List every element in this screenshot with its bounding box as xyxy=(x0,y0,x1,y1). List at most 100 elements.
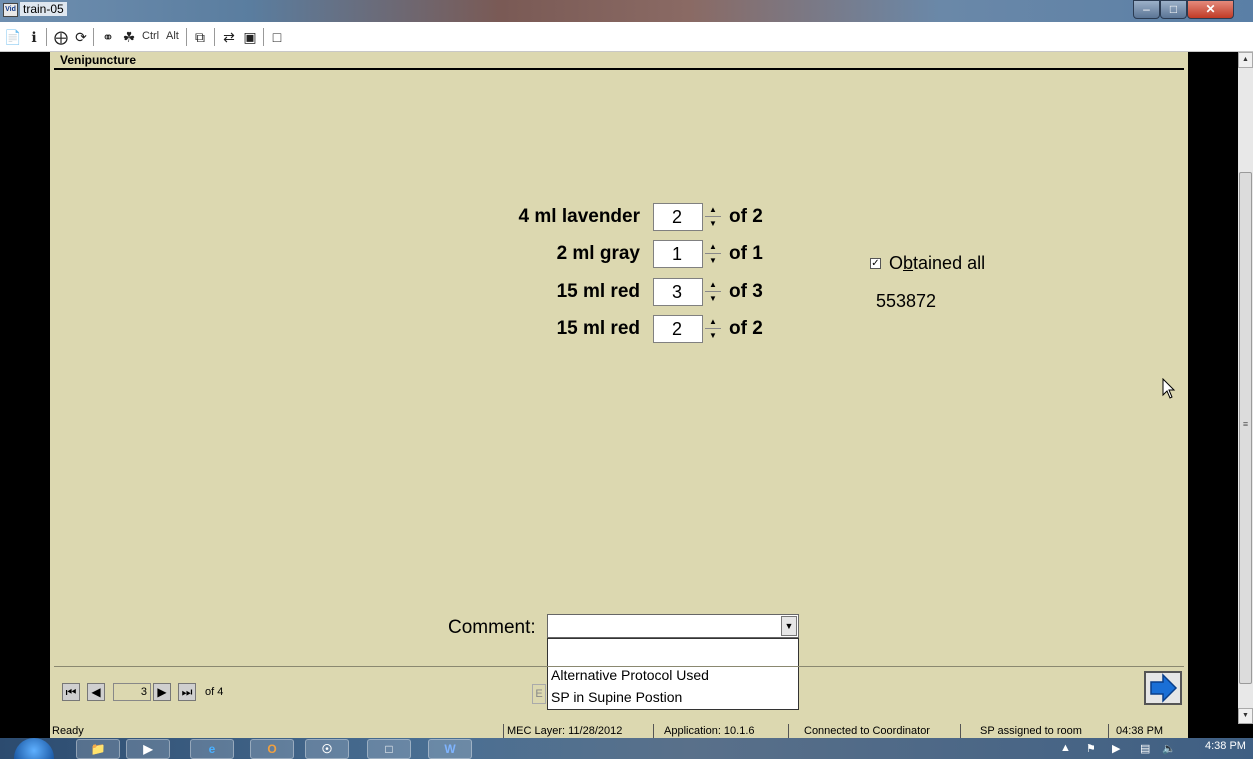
transfer-icon[interactable]: ⇄ xyxy=(220,28,238,46)
ctrl-key-button[interactable]: Ctrl xyxy=(142,30,159,42)
next-record-icon[interactable]: ▶ xyxy=(153,683,171,701)
sp-room-status: SP assigned to room xyxy=(980,725,1082,737)
link-icon[interactable]: ⚭ xyxy=(99,28,117,46)
window-title: train-05 xyxy=(20,2,67,16)
tube-total-red-2: of 2 xyxy=(729,318,763,339)
refresh-icon[interactable]: ⟳ xyxy=(72,28,90,46)
tube-count-input-gray[interactable]: 1 xyxy=(653,240,703,268)
media-player-icon[interactable]: ▶ xyxy=(126,739,170,759)
obtained-all-checkbox[interactable]: ✓ Obtained all xyxy=(870,253,985,274)
spin-up-icon[interactable]: ▲ xyxy=(705,240,721,254)
window-icon[interactable]: □ xyxy=(268,28,286,46)
toolbar-separator xyxy=(93,28,94,46)
copy-icon[interactable]: ⧉ xyxy=(191,28,209,46)
dropdown-option[interactable]: SP in Supine Postion xyxy=(551,689,682,705)
tube-count-input-red-2[interactable]: 2 xyxy=(653,315,703,343)
app-icon: Vid xyxy=(3,3,18,17)
folder-icon[interactable]: 📁 xyxy=(76,739,120,759)
target-icon[interactable]: ⨁ xyxy=(52,28,70,46)
tube-total-lavender: of 2 xyxy=(729,206,763,227)
obtained-all-label-part: O xyxy=(889,253,904,273)
system-clock[interactable]: 4:38 PM xyxy=(1205,740,1246,752)
sample-id-number: 553872 xyxy=(876,291,937,311)
spin-up-icon[interactable]: ▲ xyxy=(705,278,721,292)
application-version: Application: 10.1.6 xyxy=(664,725,755,737)
tube-label-red-2: 15 ml red xyxy=(556,318,640,339)
status-separator xyxy=(503,724,504,738)
toolbar-separator xyxy=(214,28,215,46)
notification-arrow-icon[interactable]: ▲ xyxy=(1060,742,1071,754)
tube-count-spinner-gray[interactable]: ▲ ▼ xyxy=(705,240,721,268)
spin-up-icon[interactable]: ▲ xyxy=(705,315,721,329)
spin-up-icon[interactable]: ▲ xyxy=(705,203,721,217)
info-icon[interactable]: ℹ xyxy=(25,28,43,46)
footer-divider xyxy=(54,666,1184,667)
tube-count-spinner-red-1[interactable]: ▲ ▼ xyxy=(705,278,721,306)
toolbar-separator xyxy=(186,28,187,46)
status-bar: Ready MEC Layer: 11/28/2012 Application:… xyxy=(50,724,1188,738)
record-number-field[interactable]: 3 xyxy=(113,683,151,701)
status-separator xyxy=(653,724,654,738)
taskbar: 📁 ▶ e O ☉ □ W ▲ ⚑ ▶ ▤ 🔈 4:38 PM xyxy=(0,738,1253,759)
comment-label: Comment: xyxy=(448,617,536,638)
mec-layer-status: MEC Layer: 11/28/2012 xyxy=(507,725,623,737)
comment-select[interactable] xyxy=(547,614,799,638)
spin-down-icon[interactable]: ▼ xyxy=(705,329,721,343)
tube-label-lavender: 4 ml lavender xyxy=(518,206,640,227)
next-page-button[interactable] xyxy=(1144,671,1182,705)
vertical-scrollbar[interactable]: ▲ ≡ ▼ xyxy=(1238,52,1253,724)
document-icon[interactable]: □ xyxy=(367,739,411,759)
tube-count-input-red-1[interactable]: 3 xyxy=(653,278,703,306)
scroll-up-icon[interactable]: ▲ xyxy=(1238,52,1253,68)
first-record-icon[interactable]: ⏮ xyxy=(62,683,80,701)
alt-key-button[interactable]: Alt xyxy=(166,30,179,42)
status-separator xyxy=(1108,724,1109,738)
close-button[interactable]: ✕ xyxy=(1187,0,1234,19)
start-button[interactable] xyxy=(14,738,54,759)
venipuncture-panel: Venipuncture 4 ml lavender 2 ▲ ▼ of 2 2 m… xyxy=(50,52,1188,724)
toolbar-separator xyxy=(46,28,47,46)
flag-icon[interactable]: ⚑ xyxy=(1086,742,1096,755)
word-icon[interactable]: W xyxy=(428,739,472,759)
volume-icon[interactable]: 🔈 xyxy=(1162,742,1176,755)
toolbar-separator xyxy=(263,28,264,46)
connection-status: Connected to Coordinator xyxy=(804,725,930,737)
mouse-pointer-icon xyxy=(1162,378,1176,399)
status-separator xyxy=(788,724,789,738)
obtained-all-accelerator: b xyxy=(903,253,914,273)
obtained-all-label-part: tained all xyxy=(913,253,986,273)
comment-dropdown-list: Alternative Protocol Used SP in Supine P… xyxy=(547,638,799,710)
panel-title: Venipuncture xyxy=(60,53,137,67)
record-total: of 4 xyxy=(205,686,224,698)
scroll-thumb[interactable]: ≡ xyxy=(1239,172,1252,684)
status-text: Ready xyxy=(52,725,84,737)
chevron-down-icon[interactable]: ▼ xyxy=(781,616,797,636)
minimize-button[interactable]: – xyxy=(1133,0,1160,19)
internet-explorer-icon[interactable]: e xyxy=(190,739,234,759)
tech-app-icon[interactable]: ☉ xyxy=(305,739,349,759)
maximize-button[interactable]: □ xyxy=(1160,0,1187,19)
spin-down-icon[interactable]: ▼ xyxy=(705,254,721,268)
tube-count-input-lavender[interactable]: 2 xyxy=(653,203,703,231)
tube-label-gray: 2 ml gray xyxy=(556,243,640,264)
previous-record-icon[interactable]: ◀ xyxy=(87,683,105,701)
tube-count-spinner-red-2[interactable]: ▲ ▼ xyxy=(705,315,721,343)
dropdown-option[interactable]: Alternative Protocol Used xyxy=(551,667,709,683)
properties-icon[interactable]: 📄 xyxy=(4,28,22,46)
save-icon[interactable]: ▣ xyxy=(241,28,259,46)
tray-app-icon[interactable]: ▶ xyxy=(1112,742,1120,755)
outlook-icon[interactable]: O xyxy=(250,739,294,759)
toolbar: 📄 ℹ ⨁ ⟳ ⚭ ☘ Ctrl Alt ⧉ ⇄ ▣ □ xyxy=(0,22,1253,52)
network-icon[interactable]: ▤ xyxy=(1140,742,1150,755)
last-record-icon[interactable]: ⏭ xyxy=(178,683,196,701)
tube-count-spinner-lavender[interactable]: ▲ ▼ xyxy=(705,203,721,231)
checkmark-icon[interactable]: ✓ xyxy=(870,258,881,269)
status-time: 04:38 PM xyxy=(1116,725,1164,737)
obscured-button[interactable]: E xyxy=(532,684,546,704)
spin-down-icon[interactable]: ▼ xyxy=(705,292,721,306)
person-icon[interactable]: ☘ xyxy=(120,28,138,46)
arrow-right-icon xyxy=(1150,673,1178,703)
scroll-down-icon[interactable]: ▼ xyxy=(1238,708,1253,724)
spin-down-icon[interactable]: ▼ xyxy=(705,217,721,231)
title-bar: Vid train-05 – □ ✕ xyxy=(0,0,1253,22)
